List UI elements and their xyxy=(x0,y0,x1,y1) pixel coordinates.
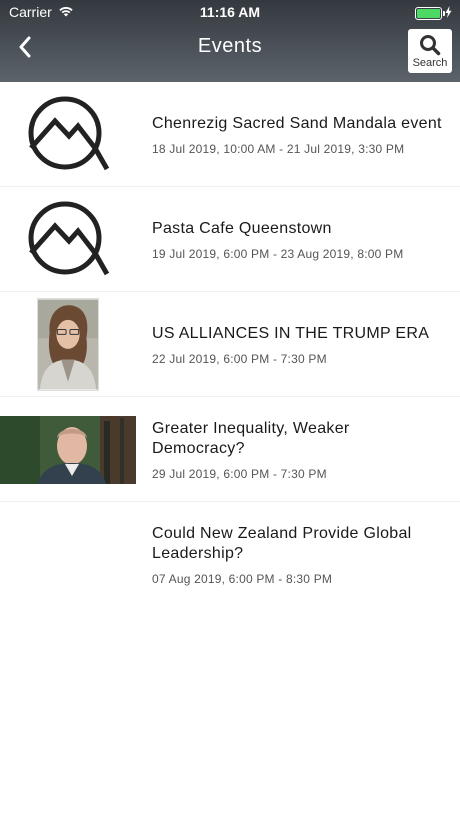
status-time: 11:16 AM xyxy=(199,4,261,20)
event-title: Pasta Cafe Queenstown xyxy=(152,219,332,237)
event-title: Greater Inequality, Weaker Democracy? xyxy=(152,419,350,457)
event-date: 29 Jul 2019, 6:00 PM - 7:30 PM xyxy=(152,466,327,481)
events-list: Chenrezig Sacred Sand Mandala event 18 J… xyxy=(0,82,460,607)
search-icon xyxy=(420,34,441,55)
event-item[interactable]: Chenrezig Sacred Sand Mandala event 18 J… xyxy=(0,82,460,187)
event-item[interactable]: US ALLIANCES IN THE TRUMP ERA 22 Jul 201… xyxy=(0,292,460,397)
mountain-logo-icon xyxy=(28,96,110,170)
event-item[interactable]: Pasta Cafe Queenstown 19 Jul 2019, 6:00 … xyxy=(0,187,460,292)
event-thumbnail xyxy=(0,397,136,502)
event-item[interactable]: Could New Zealand Provide Global Leaders… xyxy=(0,502,460,607)
event-title: US ALLIANCES IN THE TRUMP ERA xyxy=(152,324,430,342)
event-thumbnail xyxy=(0,82,136,187)
speaker-photo-woman xyxy=(37,298,99,391)
page-title: Events xyxy=(197,35,263,57)
event-date: 07 Aug 2019, 6:00 PM - 8:30 PM xyxy=(152,571,333,586)
event-date: 19 Jul 2019, 6:00 PM - 23 Aug 2019, 8:00… xyxy=(152,246,404,261)
event-title: Chenrezig Sacred Sand Mandala event xyxy=(152,114,442,132)
battery-icon xyxy=(415,5,452,21)
charging-bolt-icon xyxy=(445,5,452,21)
event-item[interactable]: Greater Inequality, Weaker Democracy? 29… xyxy=(0,397,460,502)
event-thumbnail xyxy=(0,292,136,397)
mountain-logo-icon xyxy=(28,201,110,275)
search-button[interactable]: Search xyxy=(408,29,452,73)
event-date: 18 Jul 2019, 10:00 AM - 21 Jul 2019, 3:3… xyxy=(152,141,405,156)
event-title: Could New Zealand Provide Global Leaders… xyxy=(152,524,412,562)
event-thumbnail xyxy=(0,187,136,292)
app-header: Carrier 11:16 AM Events Search xyxy=(0,0,460,82)
status-bar: Carrier 11:16 AM xyxy=(0,0,460,24)
event-date: 22 Jul 2019, 6:00 PM - 7:30 PM xyxy=(152,351,327,366)
speaker-photo-man xyxy=(0,415,136,484)
search-label: Search xyxy=(412,56,448,69)
event-thumbnail-empty xyxy=(0,502,136,607)
